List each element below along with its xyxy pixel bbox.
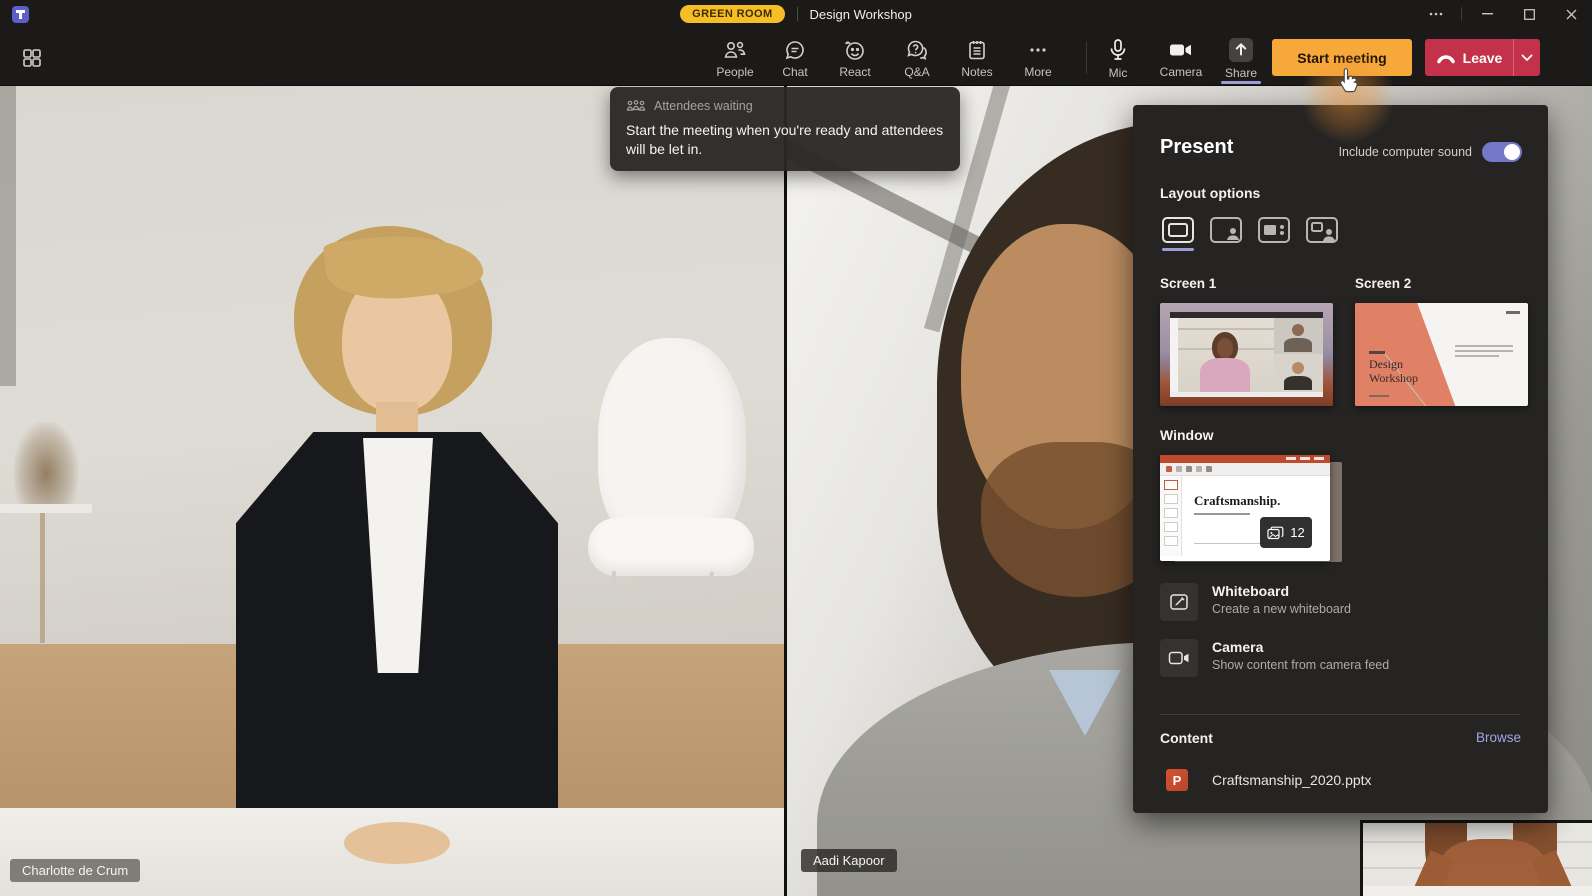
meeting-toolbar: People Chat React Q&A Not (0, 28, 1592, 86)
people-icon (722, 38, 748, 62)
react-label: React (839, 65, 870, 79)
content-file-name: Craftsmanship_2020.pptx (1212, 772, 1372, 788)
browse-link[interactable]: Browse (1476, 730, 1521, 745)
qa-icon (904, 38, 930, 62)
more-icon (1026, 38, 1050, 62)
computer-sound-toggle[interactable] (1482, 142, 1522, 162)
green-room-badge: GREEN ROOM (680, 5, 784, 23)
camera-icon (1167, 38, 1195, 62)
share-active-indicator (1221, 81, 1261, 84)
screen2-slide-title: Design Workshop (1369, 358, 1439, 386)
titlebar-separator (1461, 7, 1462, 21)
chat-icon (783, 38, 807, 62)
layout-reporter-icon (1305, 216, 1339, 244)
toolbar-divider (1086, 42, 1087, 74)
window-frame-decor (0, 86, 16, 386)
share-icon (1226, 37, 1256, 63)
plant-decor (14, 422, 78, 508)
camera-content-icon (1168, 649, 1190, 667)
camera-button[interactable]: Camera (1152, 34, 1210, 82)
gallery-view-button[interactable] (10, 34, 54, 82)
panel-divider (1160, 714, 1521, 715)
hang-up-icon (1436, 52, 1456, 64)
chat-label: Chat (782, 65, 807, 79)
leave-options-button[interactable] (1513, 39, 1540, 76)
close-icon[interactable] (1550, 0, 1592, 28)
slides-stack-icon (1267, 526, 1284, 540)
attendees-waiting-tooltip: Attendees waiting Start the meeting when… (610, 87, 960, 171)
react-icon (842, 38, 868, 62)
people-button[interactable]: People (706, 34, 764, 82)
start-meeting-button[interactable]: Start meeting (1272, 39, 1412, 76)
content-file-row[interactable]: P Craftsmanship_2020.pptx (1166, 769, 1372, 791)
mic-button[interactable]: Mic (1089, 34, 1147, 82)
share-label: Share (1225, 66, 1257, 80)
notes-button[interactable]: Notes (948, 34, 1006, 82)
camera-label: Camera (1160, 65, 1203, 79)
notes-label: Notes (961, 65, 992, 79)
tooltip-title: Attendees waiting (654, 99, 753, 113)
powerpoint-file-icon: P (1166, 769, 1188, 791)
slide-count-value: 12 (1290, 525, 1304, 540)
meeting-window-preview (1170, 312, 1323, 397)
video-tile-charlotte[interactable]: Charlotte de Crum (0, 86, 784, 896)
camera-content-title: Camera (1212, 639, 1389, 655)
layout-option-reporter[interactable] (1304, 213, 1340, 247)
maximize-icon[interactable] (1508, 0, 1550, 28)
layout-side-by-side-icon (1257, 216, 1291, 244)
present-panel: Present Include computer sound Layout op… (1133, 105, 1548, 813)
people-label: People (716, 65, 753, 79)
present-heading: Present (1160, 136, 1233, 159)
computer-sound-label: Include computer sound (1339, 145, 1472, 159)
meeting-title: Design Workshop (810, 7, 912, 22)
slide-count-badge: 12 (1260, 517, 1312, 548)
qa-button[interactable]: Q&A (888, 34, 946, 82)
window-heading: Window (1160, 427, 1214, 443)
more-label: More (1024, 65, 1051, 79)
video-tile-corner[interactable] (1360, 820, 1592, 896)
screen1-thumbnail[interactable] (1160, 303, 1333, 406)
window-slide-title: Craftsmanship. (1194, 493, 1280, 509)
more-button[interactable]: More (1009, 34, 1067, 82)
camera-content-option[interactable]: Camera Show content from camera feed (1160, 639, 1520, 679)
tooltip-body: Start the meeting when you're ready and … (626, 121, 944, 159)
leave-button[interactable]: Leave (1425, 39, 1513, 76)
qa-label: Q&A (904, 65, 929, 79)
content-heading: Content (1160, 730, 1213, 746)
whiteboard-title: Whiteboard (1212, 583, 1351, 599)
title-bar: GREEN ROOM Design Workshop (0, 0, 1592, 28)
titlebar-more-icon[interactable] (1415, 0, 1457, 28)
minimize-icon[interactable] (1466, 0, 1508, 28)
whiteboard-icon (1169, 592, 1189, 612)
layout-option-side-by-side[interactable] (1256, 213, 1292, 247)
whiteboard-option[interactable]: Whiteboard Create a new whiteboard (1160, 583, 1520, 623)
screen2-thumbnail[interactable]: Design Workshop (1355, 303, 1528, 406)
mic-icon (1106, 37, 1130, 63)
name-tag-charlotte: Charlotte de Crum (10, 859, 140, 882)
chat-button[interactable]: Chat (766, 34, 824, 82)
mic-label: Mic (1109, 66, 1128, 80)
layout-options-heading: Layout options (1160, 185, 1260, 201)
camera-content-subtitle: Show content from camera feed (1212, 658, 1389, 672)
notes-icon (965, 38, 989, 62)
side-table-decor (0, 504, 92, 513)
leave-label: Leave (1463, 50, 1503, 66)
layout-selected-indicator (1162, 248, 1194, 251)
slide-logo-decor (1506, 311, 1520, 314)
titlebar-divider (797, 7, 798, 21)
layout-content-only-icon (1161, 216, 1195, 244)
screen2-label: Screen 2 (1355, 276, 1411, 291)
name-tag-aadi: Aadi Kapoor (801, 849, 897, 872)
chevron-down-icon (1521, 54, 1533, 62)
share-button[interactable]: Share (1212, 34, 1270, 82)
layout-standout-icon (1209, 216, 1243, 244)
whiteboard-subtitle: Create a new whiteboard (1212, 602, 1351, 616)
layout-option-standout[interactable] (1208, 213, 1244, 247)
layout-option-content-only[interactable] (1160, 213, 1196, 247)
window-thumbnail[interactable]: Craftsmanship. 12 (1160, 455, 1344, 567)
attendees-icon (626, 99, 646, 113)
screen1-label: Screen 1 (1160, 276, 1216, 291)
react-button[interactable]: React (826, 34, 884, 82)
